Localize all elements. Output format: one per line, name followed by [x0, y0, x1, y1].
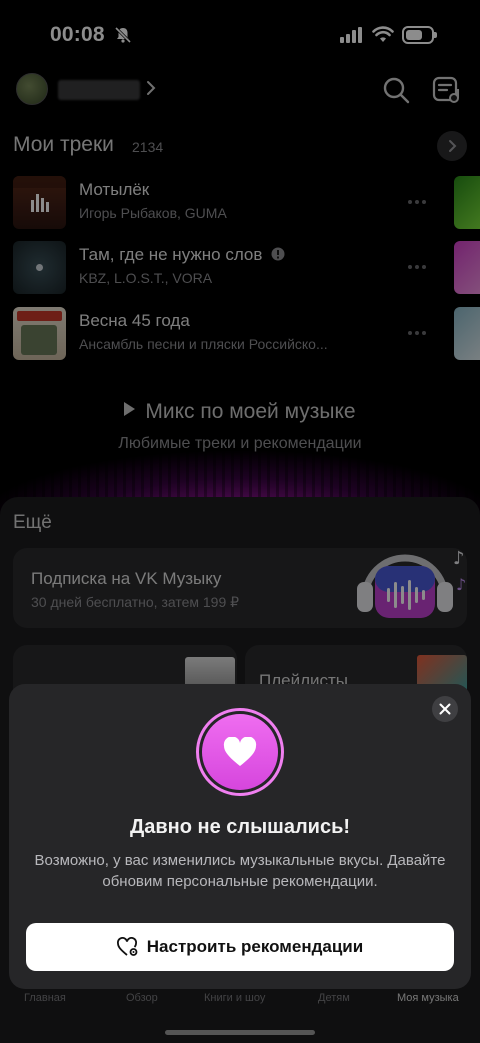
- modal-title: Давно не слышались!: [129, 816, 351, 838]
- home-indicator: [165, 1030, 315, 1035]
- modal-text: Возможно, у вас изменились музыкальные в…: [34, 852, 446, 890]
- heart-icon: [223, 737, 257, 766]
- close-icon: [439, 703, 451, 715]
- heart-badge: [196, 708, 284, 796]
- setup-recommendations-button[interactable]: Настроить рекомендации: [26, 923, 454, 971]
- recommendations-modal: Давно не слышались! Возможно, у вас изме…: [9, 684, 471, 989]
- setup-recommendations-label: Настроить рекомендации: [146, 937, 364, 956]
- close-button[interactable]: [432, 696, 458, 722]
- heart-settings-icon: [116, 937, 138, 956]
